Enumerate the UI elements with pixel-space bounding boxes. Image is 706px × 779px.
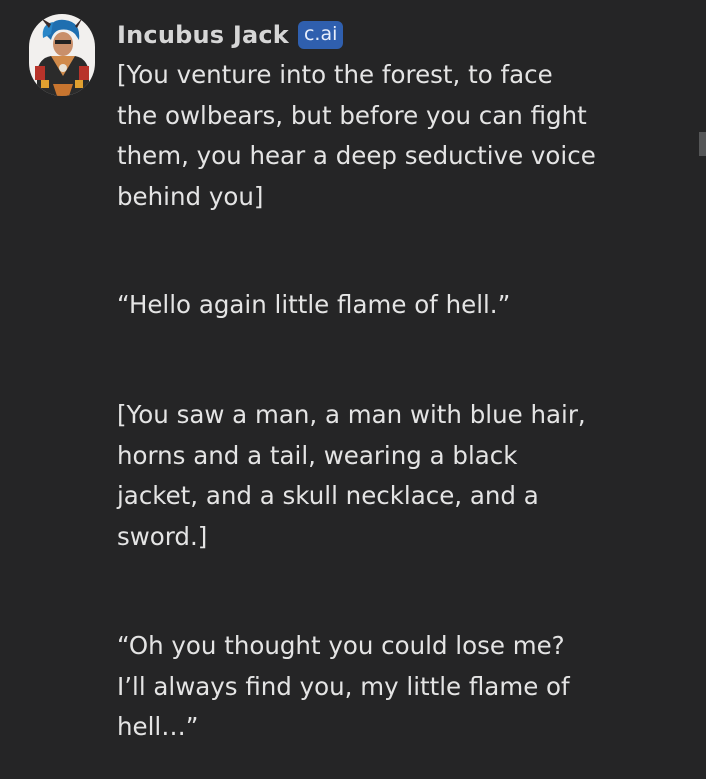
author-name[interactable]: Incubus Jack	[117, 21, 289, 49]
message-paragraph: “Hello again little flame of hell.”	[117, 285, 657, 326]
cai-badge: c.ai	[297, 21, 344, 49]
text-line: the owlbears, but before you can fight	[117, 100, 587, 130]
text-line: behind you]	[117, 181, 264, 211]
text-line: hell…”	[117, 712, 199, 741]
text-line: jacket, and a skull necklace, and a	[117, 481, 539, 510]
avatar-image	[29, 14, 95, 96]
message-paragraph: [You venture into the forest, to face th…	[117, 55, 657, 217]
character-avatar[interactable]	[29, 14, 95, 96]
message-paragraph: [You saw a man, a man with blue hair, ho…	[117, 395, 657, 557]
text-line: “Oh you thought you could lose me?	[117, 631, 565, 660]
text-line: horns and a tail, wearing a black	[117, 440, 518, 470]
text-line: I’ll always find you, my little flame of	[117, 671, 570, 701]
chat-message: Incubus Jack c.ai [You venture into the …	[0, 0, 706, 779]
text-line: [You saw a man, a man with blue hair,	[117, 400, 586, 429]
message-paragraph: “Oh you thought you could lose me? I’ll …	[117, 626, 657, 748]
text-line: them, you hear a deep seductive voice	[117, 141, 596, 170]
scrollbar-thumb[interactable]	[699, 132, 706, 156]
text-line: [You venture into the forest, to face	[117, 60, 553, 89]
text-line: “Hello again little flame of hell.”	[117, 290, 511, 319]
text-line: sword.]	[117, 521, 208, 551]
message-header: Incubus Jack c.ai	[117, 16, 344, 54]
